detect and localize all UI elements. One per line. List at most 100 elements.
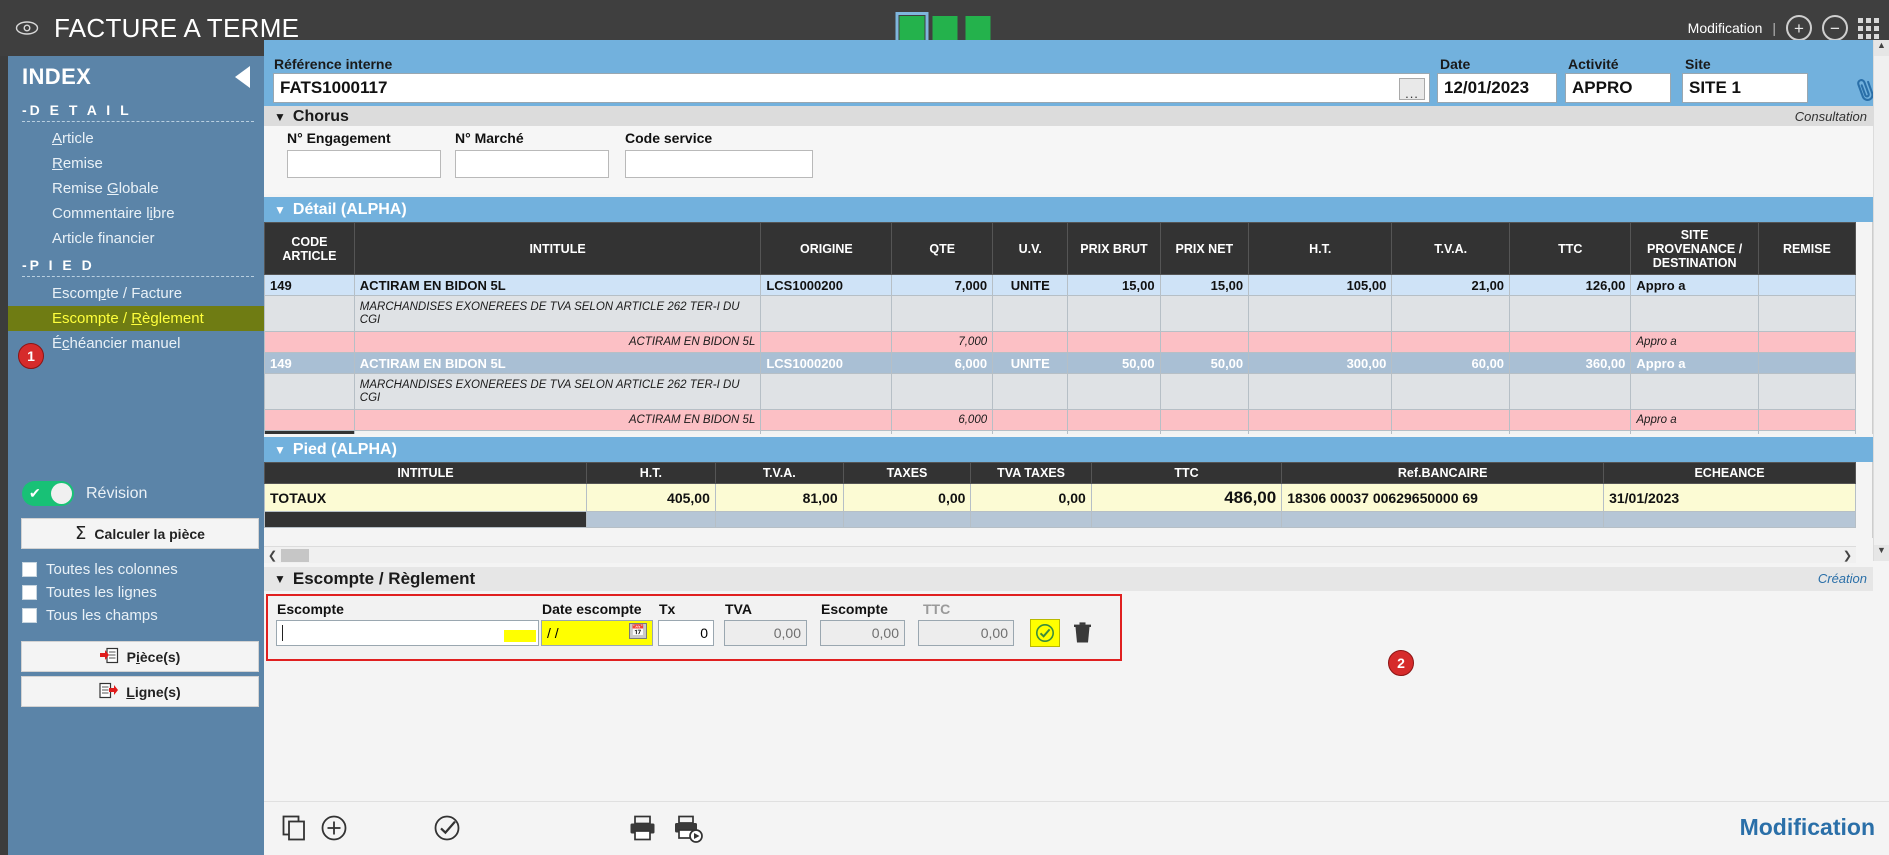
lignes-button[interactable]: Ligne(s) — [21, 676, 259, 707]
sidebar-item-remise[interactable]: Remise — [8, 151, 264, 176]
revision-toggle[interactable]: ✔ — [22, 481, 74, 506]
status-squares — [899, 16, 990, 41]
detail-col-header[interactable]: SITEPROVENANCE /DESTINATION — [1631, 223, 1758, 275]
pied-horizontal-scrollbar[interactable]: ❮ ❯ — [264, 546, 1856, 563]
pied-col-header[interactable]: H.T. — [586, 463, 715, 484]
pied-col-header[interactable]: ECHEANCE — [1604, 463, 1856, 484]
pied-col-header[interactable]: T.V.A. — [715, 463, 843, 484]
reference-interne-label: Référence interne — [274, 56, 392, 72]
detail-col-header[interactable]: U.V. — [993, 223, 1068, 275]
table-cell — [761, 431, 892, 435]
pieces-button[interactable]: Pièce(s) — [21, 641, 259, 672]
code-service-input[interactable] — [625, 150, 813, 178]
pied-col-header[interactable]: INTITULE — [265, 463, 587, 484]
table-row[interactable]: MARCHANDISES EXONEREES DE TVA SELON ARTI… — [265, 296, 1856, 332]
detail-section-header[interactable]: ▼ Détail (ALPHA) — [264, 197, 1873, 222]
pied-col-header[interactable]: Ref.BANCAIRE — [1282, 463, 1604, 484]
calculer-la-piece-button[interactable]: Σ Calculer la pièce — [21, 518, 259, 549]
site-input[interactable]: SITE 1 — [1682, 73, 1808, 103]
main-panel: Référence interne FATS1000117 ... Date 1… — [264, 40, 1889, 855]
table-cell — [586, 512, 715, 528]
pied-col-header[interactable]: TVA TAXES — [971, 463, 1091, 484]
table-cell — [1068, 374, 1160, 410]
apps-grid-icon[interactable] — [1858, 18, 1879, 39]
checkbox-toutes-les-lignes[interactable]: Toutes les lignes — [22, 584, 157, 601]
detail-col-header[interactable]: PRIX NET — [1160, 223, 1249, 275]
date-input[interactable]: 12/01/2023 — [1437, 73, 1557, 103]
tx-input[interactable]: 0 — [658, 620, 714, 646]
validate-circle-icon[interactable] — [434, 815, 460, 841]
detail-col-header[interactable]: PRIX BRUT — [1068, 223, 1160, 275]
sidebar-item-echeancier-manuel[interactable]: Échéancier manuel — [8, 331, 264, 356]
checkbox-tous-les-champs[interactable]: Tous les champs — [22, 607, 158, 624]
n-marche-input[interactable] — [455, 150, 609, 178]
scroll-right-icon[interactable]: ❯ — [1839, 549, 1856, 562]
reference-browse-button[interactable]: ... — [1399, 78, 1425, 100]
calendar-icon[interactable]: 📅 — [629, 623, 647, 639]
sidebar-item-escompte-facture[interactable]: Escompte / Facture — [8, 281, 264, 306]
reference-interne-input[interactable]: FATS1000117 — [273, 73, 1430, 103]
sidebar-item-commentaire-libre[interactable]: Commentaire libre — [8, 201, 264, 226]
status-square-1[interactable] — [899, 16, 924, 41]
detail-col-header[interactable]: CODEARTICLE — [265, 223, 355, 275]
scroll-thumb[interactable] — [281, 549, 309, 562]
table-row[interactable]: ACTIRAM EN BIDON 5L7,000Appro a — [265, 332, 1856, 353]
sidebar-item-article[interactable]: Article — [8, 126, 264, 151]
status-square-2[interactable] — [932, 16, 957, 41]
sidebar-item-article-financier[interactable]: Article financier — [8, 226, 264, 251]
pied-section-header[interactable]: ▼ Pied (ALPHA) — [264, 437, 1873, 462]
activite-input[interactable]: APPRO — [1565, 73, 1671, 103]
table-row[interactable]: 149ACTIRAM EN BIDON 5LLCS10002007,000UNI… — [265, 275, 1856, 296]
table-cell — [1758, 296, 1855, 332]
detail-col-header[interactable]: TTC — [1510, 223, 1631, 275]
scroll-up-icon[interactable]: ▲ — [1874, 40, 1889, 56]
table-cell: 31/01/2023 — [1604, 484, 1856, 512]
collapse-left-icon[interactable] — [235, 66, 250, 88]
detail-col-header[interactable]: H.T. — [1249, 223, 1392, 275]
table-row[interactable]: 149ACTIRAM EN BIDON 5LLCS10002006,000UNI… — [265, 353, 1856, 374]
n-engagement-input[interactable] — [287, 150, 441, 178]
table-row[interactable]: MARCHANDISES EXONEREES DE TVA SELON ARTI… — [265, 374, 1856, 410]
table-row[interactable]: ACTIRAM EN BIDON 5L6,000Appro a — [265, 410, 1856, 431]
checkbox-box[interactable] — [22, 608, 37, 623]
table-cell — [1160, 431, 1249, 435]
zoom-in-icon[interactable]: + — [1786, 15, 1812, 41]
table-cell — [1758, 374, 1855, 410]
validate-escompte-icon[interactable] — [1030, 619, 1060, 647]
sidebar-item-remise-globale[interactable]: Remise Globale — [8, 176, 264, 201]
table-cell — [761, 332, 892, 353]
detail-col-header[interactable]: T.V.A. — [1392, 223, 1510, 275]
page-vertical-scrollbar[interactable]: ▲ ▼ — [1873, 40, 1889, 561]
table-cell — [993, 410, 1068, 431]
trash-icon[interactable] — [1073, 622, 1092, 649]
sidebar-item-escompte-reglement[interactable]: Escompte / Règlement — [8, 306, 264, 331]
detail-col-header[interactable]: REMISE — [1758, 223, 1855, 275]
add-circle-icon[interactable] — [321, 815, 347, 841]
table-cell — [761, 374, 892, 410]
checkbox-box[interactable] — [22, 585, 37, 600]
chorus-state-label: Consultation — [1795, 109, 1867, 124]
pied-col-header[interactable]: TTC — [1091, 463, 1281, 484]
detail-grid-wrapper[interactable]: CODEARTICLEINTITULEORIGINEQTEU.V.PRIX BR… — [264, 222, 1856, 434]
detail-col-header[interactable]: INTITULE — [354, 223, 761, 275]
status-square-3[interactable] — [965, 16, 990, 41]
pied-grid-wrapper[interactable]: INTITULEH.T.T.V.A.TAXESTVA TAXESTTCRef.B… — [264, 462, 1856, 534]
checkbox-box[interactable] — [22, 562, 37, 577]
duplicate-icon[interactable] — [282, 815, 307, 841]
escompte-input[interactable] — [276, 620, 539, 646]
zoom-out-icon[interactable]: − — [1822, 15, 1848, 41]
detail-col-header[interactable]: ORIGINE — [761, 223, 892, 275]
chorus-section-header[interactable]: ▼ Chorus — [264, 106, 1873, 128]
checkbox-toutes-les-colonnes[interactable]: Toutes les colonnes — [22, 561, 178, 578]
pied-col-header[interactable]: TAXES — [843, 463, 971, 484]
print-icon[interactable] — [629, 815, 656, 841]
detail-col-header[interactable]: QTE — [892, 223, 993, 275]
site-label: Site — [1685, 56, 1711, 72]
table-row[interactable]: TOTAUX405,0081,000,000,00486,0018306 000… — [265, 484, 1856, 512]
eye-icon[interactable] — [14, 15, 40, 41]
scroll-left-icon[interactable]: ❮ — [264, 549, 281, 562]
print-preview-icon[interactable] — [674, 815, 704, 843]
scroll-down-icon[interactable]: ▼ — [1874, 545, 1889, 561]
titlebar-actions: Modification | + − — [1688, 15, 1879, 41]
escompte-section-header[interactable]: ▼ Escompte / Règlement — [264, 567, 1873, 591]
